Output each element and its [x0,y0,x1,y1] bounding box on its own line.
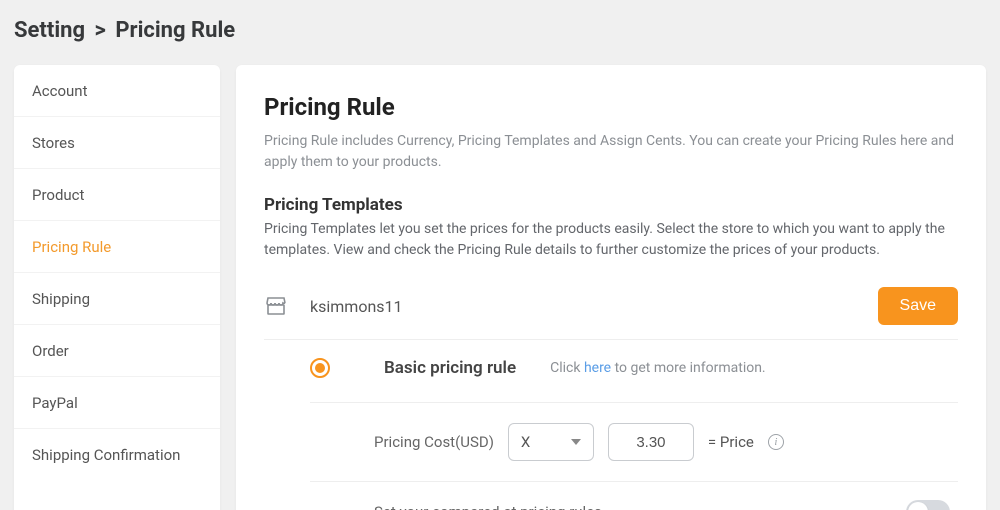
sidebar-item-label: Product [32,186,84,204]
main-panel: Pricing Rule Pricing Rule includes Curre… [236,65,986,510]
sidebar-item-label: Order [32,342,69,360]
breadcrumb-sep: > [91,18,110,43]
breadcrumb-current: Pricing Rule [115,18,235,43]
store-name: ksimmons11 [310,297,878,316]
store-icon [264,294,288,318]
sidebar-item-account[interactable]: Account [14,65,220,117]
page-description: Pricing Rule includes Currency, Pricing … [264,131,958,173]
sidebar-item-product[interactable]: Product [14,169,220,221]
sidebar-item-order[interactable]: Order [14,325,220,377]
section-title-pricing-templates: Pricing Templates [264,195,958,215]
sidebar-item-label: PayPal [32,394,78,412]
sidebar-item-label: Shipping Confirmation [32,446,180,464]
sidebar-item-paypal[interactable]: PayPal [14,377,220,429]
sidebar-item-shipping[interactable]: Shipping [14,273,220,325]
rule-header: Basic pricing rule Click here to get mor… [310,358,958,403]
compared-at-row: Set your compared at pricing rules [310,482,958,510]
rule-hint: Click here to get more information. [550,360,766,376]
sidebar-item-pricing-rule[interactable]: Pricing Rule [14,221,220,273]
pricing-cost-row: Pricing Cost(USD) X = Price i [374,423,958,461]
hint-prefix: Click [550,360,584,376]
pricing-cost-label: Pricing Cost(USD) [374,433,494,451]
sidebar-item-label: Shipping [32,290,90,308]
section-description: Pricing Templates let you set the prices… [264,219,958,261]
store-row: ksimmons11 Save [264,281,958,340]
equals-price-label: = Price [708,433,754,451]
info-icon[interactable]: i [768,434,784,450]
hint-link[interactable]: here [584,360,611,376]
multiplier-input[interactable] [608,423,694,461]
sidebar-item-label: Account [32,82,88,100]
hint-suffix: to get more information. [611,360,766,376]
page-title: Pricing Rule [264,93,958,121]
basic-rule-radio[interactable] [310,358,330,378]
sidebar-item-label: Stores [32,134,75,152]
compared-at-toggle[interactable] [906,500,950,510]
sidebar-item-shipping-confirmation[interactable]: Shipping Confirmation [14,429,220,481]
chevron-down-icon [571,439,581,445]
sidebar: Account Stores Product Pricing Rule Ship… [14,65,220,510]
breadcrumb: Setting > Pricing Rule [0,0,1000,65]
rule-title: Basic pricing rule [384,358,516,378]
operator-select[interactable]: X [508,423,594,461]
operator-value: X [521,433,530,451]
sidebar-item-label: Pricing Rule [32,238,111,256]
sidebar-item-stores[interactable]: Stores [14,117,220,169]
save-button[interactable]: Save [878,287,958,325]
compared-at-label: Set your compared at pricing rules [374,503,602,510]
breadcrumb-parent: Setting [14,18,85,43]
